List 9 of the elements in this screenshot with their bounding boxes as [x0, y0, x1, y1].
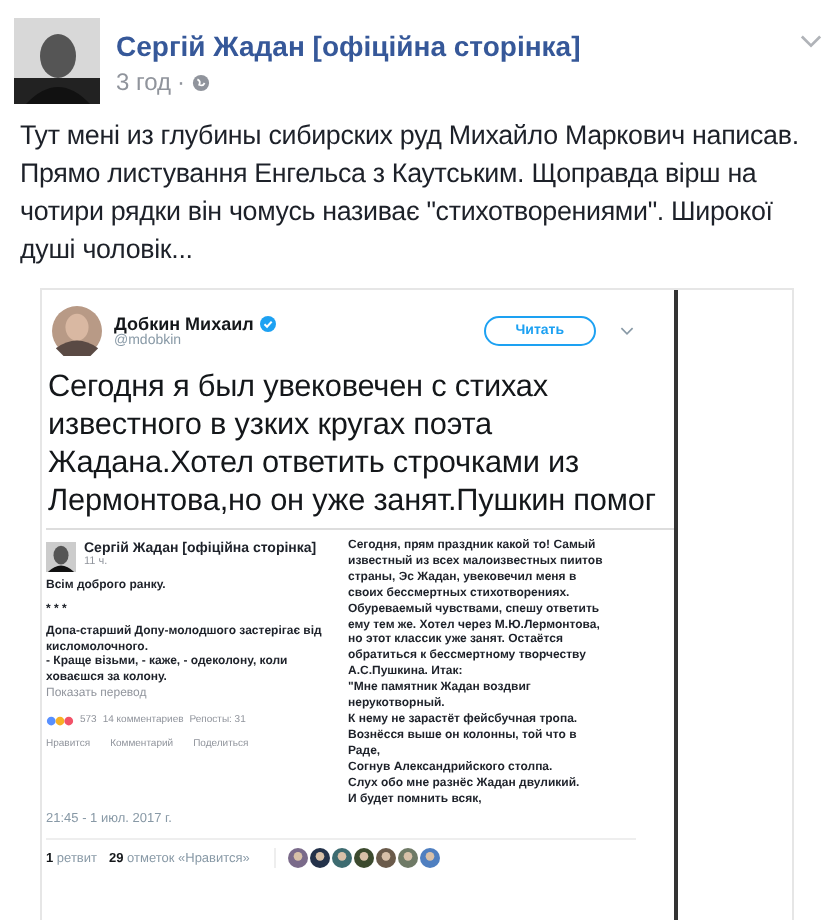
- chevron-down-icon[interactable]: [620, 326, 634, 336]
- globe-icon: [191, 73, 210, 91]
- tweet-text: Сегодня я был увековечен с стихах известного в узких кругах поэта Жадана.Хотел ответить строчками из Лермонтова,но он уже занят.Пушкин помог: [48, 368, 658, 520]
- separator-dot: ·: [177, 68, 186, 96]
- chevron-down-icon[interactable]: [800, 34, 822, 50]
- author-name[interactable]: Сергій Жадан [офіційна сторінка]: [116, 30, 800, 62]
- tweet-author[interactable]: Добкин Михаил: [114, 314, 254, 334]
- post-text: Тут мені из глубины сибирских руд Михайло Маркович написав. Прямо листування Енгельса з Каутським. Щоправда вірш на чотири рядки він чомусь називає "стихотворениями". Широкої душі чоловік...: [20, 118, 801, 268]
- reactions-icon: [46, 715, 74, 725]
